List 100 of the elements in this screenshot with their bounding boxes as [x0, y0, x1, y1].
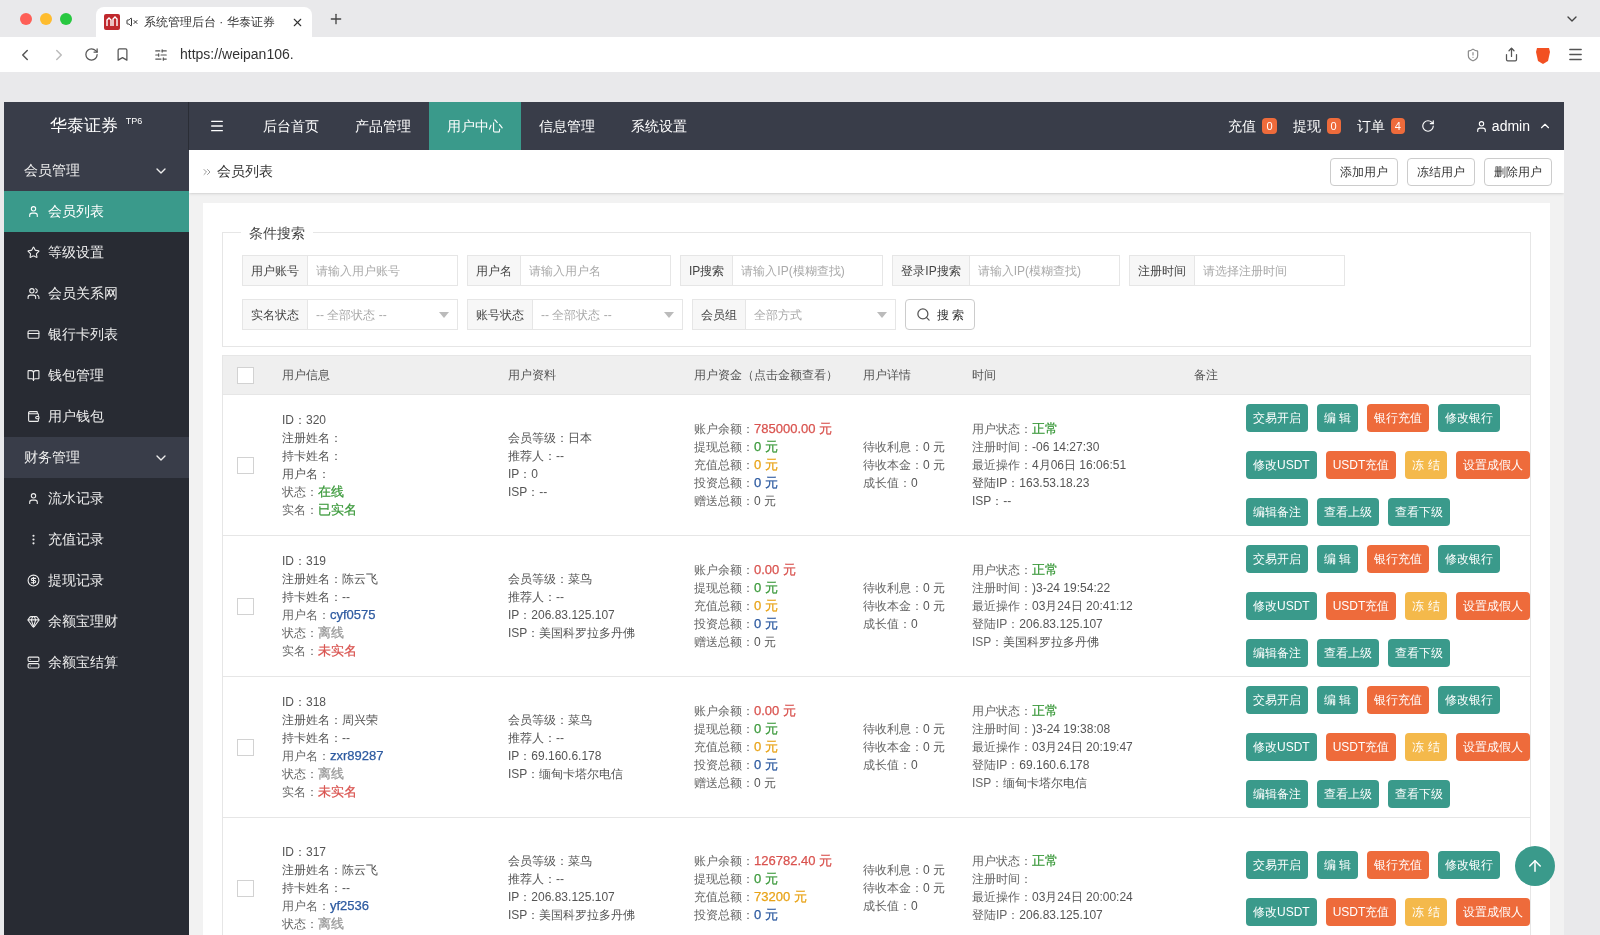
- action-button[interactable]: USDT充值: [1325, 451, 1397, 479]
- action-button[interactable]: 设置成假人: [1455, 897, 1530, 926]
- field-label: 待收本金：: [863, 881, 923, 895]
- action-button[interactable]: 交易开启: [1246, 404, 1308, 432]
- action-button[interactable]: 修改USDT: [1246, 897, 1317, 926]
- action-button[interactable]: 银行充值: [1367, 686, 1430, 714]
- refresh-icon[interactable]: [1420, 119, 1435, 133]
- search-field[interactable]: 请选择注册时间: [1194, 255, 1345, 286]
- search-field[interactable]: 请输入用户账号: [308, 255, 458, 286]
- field-label: 实名：: [282, 644, 318, 658]
- search-field[interactable]: 请输入IP(模糊查找): [733, 255, 884, 286]
- action-button[interactable]: 冻 结: [1405, 592, 1447, 620]
- action-button[interactable]: 修改USDT: [1246, 451, 1317, 479]
- action-button[interactable]: 编辑备注: [1246, 639, 1308, 667]
- menu-group[interactable]: 会员管理: [4, 150, 189, 191]
- share-icon[interactable]: [1504, 47, 1519, 62]
- action-button[interactable]: 冻 结: [1405, 897, 1447, 926]
- page-action-button[interactable]: 添加用户: [1330, 157, 1398, 186]
- search-field[interactable]: 请输入IP(模糊查找): [969, 255, 1120, 286]
- action-button[interactable]: 编辑备注: [1246, 780, 1308, 808]
- action-button[interactable]: 设置成假人: [1455, 733, 1530, 761]
- action-button[interactable]: 查看上级: [1317, 639, 1379, 667]
- site-settings-icon[interactable]: [154, 47, 168, 62]
- field-label: ISP：: [972, 776, 1004, 790]
- sidebar-item[interactable]: 等级设置: [4, 232, 189, 273]
- checkbox[interactable]: [236, 738, 254, 756]
- action-button[interactable]: USDT充值: [1325, 897, 1397, 926]
- nav-tab[interactable]: 系统设置: [613, 102, 705, 150]
- select-field[interactable]: -- 全部状态 --: [308, 299, 458, 330]
- action-button[interactable]: 修改USDT: [1246, 733, 1317, 761]
- sidebar-item[interactable]: 余额宝理财: [4, 601, 189, 642]
- action-button[interactable]: 查看下级: [1388, 780, 1450, 808]
- field-value: 69.160.6.178: [1019, 758, 1090, 772]
- select-field[interactable]: 全部方式: [746, 299, 896, 330]
- action-button[interactable]: 银行充值: [1367, 850, 1430, 879]
- search-button[interactable]: 搜 索: [905, 299, 976, 330]
- action-button[interactable]: USDT充值: [1325, 733, 1397, 761]
- action-button[interactable]: 设置成假人: [1455, 451, 1530, 479]
- checkbox[interactable]: [236, 879, 254, 897]
- sidebar-item[interactable]: 钱包管理: [4, 355, 189, 396]
- action-button[interactable]: 交易开启: [1246, 545, 1308, 573]
- user-menu[interactable]: admin: [1474, 102, 1552, 150]
- action-button[interactable]: 银行充值: [1367, 545, 1430, 573]
- sidebar-item[interactable]: 会员关系网: [4, 273, 189, 314]
- field-value: 03月24日 20:19:47: [1032, 740, 1133, 754]
- select-field[interactable]: -- 全部状态 --: [533, 299, 683, 330]
- sidebar-item[interactable]: 会员列表: [4, 191, 189, 232]
- action-button[interactable]: 修改银行: [1438, 686, 1501, 714]
- sidebar-item[interactable]: 充值记录: [4, 519, 189, 560]
- shield-icon[interactable]: [1466, 47, 1480, 62]
- action-button[interactable]: 银行充值: [1367, 404, 1430, 432]
- action-button[interactable]: 查看下级: [1388, 639, 1450, 667]
- menu-icon[interactable]: [1567, 46, 1584, 63]
- sidebar-item[interactable]: 余额宝结算: [4, 642, 189, 683]
- page-action-button[interactable]: 删除用户: [1484, 157, 1552, 186]
- checkbox[interactable]: [236, 366, 254, 384]
- close-window-icon[interactable]: [20, 12, 32, 25]
- nav-tab[interactable]: 用户中心: [429, 102, 521, 150]
- action-button[interactable]: 查看上级: [1317, 498, 1379, 526]
- action-button[interactable]: 冻 结: [1405, 733, 1447, 761]
- action-button[interactable]: USDT充值: [1325, 592, 1397, 620]
- checkbox[interactable]: [236, 597, 254, 615]
- nav-tab[interactable]: 信息管理: [521, 102, 613, 150]
- action-button[interactable]: 修改银行: [1438, 404, 1501, 432]
- field-value: 0 元: [923, 740, 945, 754]
- page-action-button[interactable]: 冻结用户: [1407, 157, 1475, 186]
- menu-icon[interactable]: [209, 118, 225, 134]
- action-button[interactable]: 编 辑: [1317, 686, 1359, 714]
- nav-tab[interactable]: 产品管理: [337, 102, 429, 150]
- action-button[interactable]: 交易开启: [1246, 686, 1308, 714]
- action-button[interactable]: 冻 结: [1405, 451, 1447, 479]
- action-button[interactable]: 修改USDT: [1246, 592, 1317, 620]
- checkbox[interactable]: [236, 456, 254, 474]
- menu-group[interactable]: 财务管理: [4, 437, 189, 478]
- field-label: 待收利息：: [863, 581, 923, 595]
- search-field[interactable]: 请输入用户名: [521, 255, 671, 286]
- action-button[interactable]: 修改银行: [1438, 850, 1501, 879]
- action-button[interactable]: 编 辑: [1317, 404, 1359, 432]
- bookmark-icon[interactable]: [115, 47, 130, 62]
- action-button[interactable]: 修改银行: [1438, 545, 1501, 573]
- nav-tab[interactable]: 后台首页: [245, 102, 337, 150]
- sidebar-item[interactable]: 提现记录: [4, 560, 189, 601]
- muted-icon[interactable]: [126, 16, 138, 28]
- info-line: 会员等级：菜鸟: [508, 572, 592, 586]
- action-button[interactable]: 设置成假人: [1455, 592, 1530, 620]
- action-button[interactable]: 查看上级: [1317, 780, 1379, 808]
- action-button[interactable]: 交易开启: [1246, 850, 1308, 879]
- sidebar-item[interactable]: 流水记录: [4, 478, 189, 519]
- sidebar-item[interactable]: 用户钱包: [4, 396, 189, 437]
- counter-label[interactable]: 提现: [1292, 115, 1321, 137]
- action-button[interactable]: 编辑备注: [1246, 498, 1308, 526]
- reload-icon[interactable]: [84, 47, 99, 62]
- counter-label[interactable]: 充值: [1228, 115, 1257, 137]
- field-value: )3-24 19:38:08: [1032, 722, 1111, 736]
- action-button[interactable]: 编 辑: [1317, 850, 1359, 879]
- sidebar-item[interactable]: 银行卡列表: [4, 314, 189, 355]
- browser-tab[interactable]: 系统管理后台 · 华泰证券: [96, 7, 312, 37]
- action-button[interactable]: 编 辑: [1317, 545, 1359, 573]
- counter-label[interactable]: 订单: [1356, 115, 1385, 137]
- action-button[interactable]: 查看下级: [1388, 498, 1450, 526]
